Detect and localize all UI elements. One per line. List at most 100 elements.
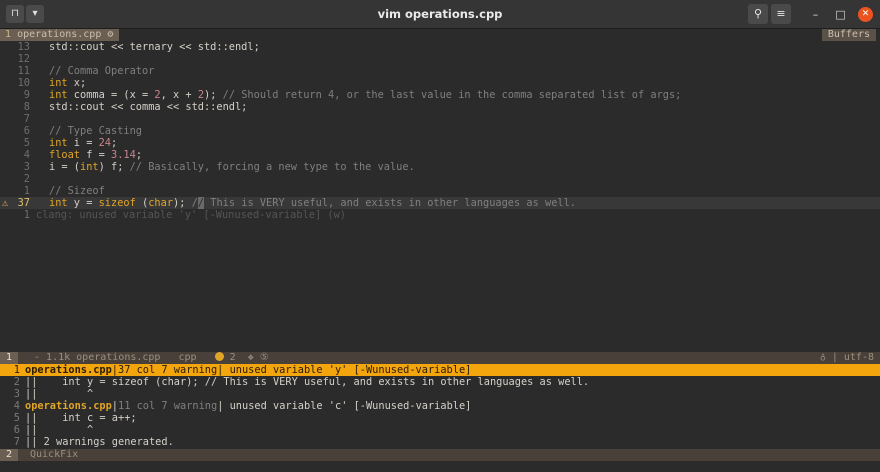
quickfix-item[interactable]: 3 || ^ [0, 388, 880, 400]
quickfix-item[interactable]: 4 operations.cpp|11 col 7 warning| unused… [0, 400, 880, 412]
diagnostic-text: clang: unused variable 'y' [-Wunused-var… [36, 209, 346, 221]
code-text: std::cout << ternary << std::endl; [49, 41, 260, 53]
quickfix-token: |37 col 7 warning| unused variable 'y' [… [111, 364, 472, 376]
current-code-line[interactable]: ⚠ 37 int y = sizeof (char); // This is VER… [0, 197, 880, 209]
quickfix-text: operations.cpp|37 col 7 warning| unused … [25, 364, 471, 376]
quickfix-text: || int c = a++; [25, 412, 137, 424]
code-token: comma = (x = [67, 89, 155, 101]
code-token: int [49, 77, 68, 89]
code-token: / [191, 197, 198, 209]
menu-icon[interactable]: ≡ [771, 4, 791, 24]
quickfix-token: || int y = sizeof (char); // This is VER… [25, 376, 590, 388]
code-token: , x + [160, 89, 198, 101]
code-line[interactable]: 4 float f = 3.14; [0, 149, 880, 161]
code-token: x; [67, 77, 87, 89]
line-number: 1 [23, 209, 30, 221]
line-number: 4 [23, 149, 30, 161]
code-line[interactable]: 1 // Sizeof [0, 185, 880, 197]
quickfix-token: operations.cpp [25, 364, 112, 376]
tab-label: operations.cpp [17, 29, 102, 40]
code-token: int [80, 161, 99, 173]
quickfix-item[interactable]: 1 operations.cpp|37 col 7 warning| unused… [0, 364, 880, 376]
code-token: ) f; [98, 161, 130, 173]
code-line[interactable]: 8 std::cout << comma << std::endl; [0, 101, 880, 113]
code-text: int y = sizeof (char); // This is VERY u… [49, 197, 576, 209]
code-line[interactable]: 6 // Type Casting [0, 125, 880, 137]
line-number: 6 [23, 125, 30, 137]
code-token: int [49, 89, 68, 101]
line-number: 1 [23, 185, 30, 197]
quickfix-token: || ^ [25, 424, 94, 436]
editor-pane[interactable]: 13 std::cout << ternary << std::endl; 12 11… [0, 41, 880, 352]
quickfix-item[interactable]: 2 || int y = sizeof (char); // This is VE… [0, 376, 880, 388]
quickfix-text: || int y = sizeof (char); // This is VER… [25, 376, 589, 388]
close-icon[interactable]: ✕ [858, 7, 873, 22]
quickfix-list[interactable]: 1 operations.cpp|37 col 7 warning| unused… [0, 364, 880, 449]
diagnostic-virtual-line: 1 clang: unused variable 'y' [-Wunused-va… [0, 209, 880, 221]
quickfix-token: 11 col 7 warning [118, 400, 218, 412]
code-line[interactable]: 11 // Comma Operator [0, 65, 880, 77]
line-number: 5 [23, 137, 30, 149]
line-number: 2 [23, 173, 30, 185]
quickfix-token: operations.cpp [25, 400, 112, 412]
line-number: 10 [17, 77, 30, 89]
line-number: 9 [23, 89, 30, 101]
code-line[interactable]: 5 int i = 24; [0, 137, 880, 149]
code-line[interactable]: 2 [0, 173, 880, 185]
line-number: 8 [23, 101, 30, 113]
line-number: 3 [23, 161, 30, 173]
tab-operations-cpp[interactable]: 1 operations.cpp ⚙ [0, 29, 120, 41]
quickfix-token: | unused variable 'c' [-Wunused-variable… [217, 400, 472, 412]
code-token: 3.14 [111, 149, 136, 161]
code-token: ); [173, 197, 192, 209]
quickfix-line-number: 6 [13, 424, 20, 436]
line-number: 13 [17, 41, 30, 53]
quickfix-item[interactable]: 6 || ^ [0, 424, 880, 436]
encoding-info: ♁ | utf-8 [819, 352, 874, 363]
code-text: float f = 3.14; [49, 149, 142, 161]
quickfix-line-number: 5 [13, 412, 20, 424]
window-titlebar: ⊓ ▾ vim operations.cpp ⚲ ≡ – □ ✕ [0, 0, 880, 29]
code-text: int x; [49, 77, 86, 89]
code-token: // Type Casting [49, 125, 142, 137]
code-line[interactable]: 3 i = (int) f; // Basically, forcing a ne… [0, 161, 880, 173]
code-token: ; [111, 137, 118, 149]
quickfix-label: QuickFix [30, 449, 79, 460]
code-token: y = [67, 197, 99, 209]
code-line[interactable]: 12 [0, 53, 880, 65]
code-token: sizeof [98, 197, 136, 209]
search-icon[interactable]: ⚲ [748, 4, 768, 24]
quickfix-text: || ^ [25, 424, 93, 436]
tabline: 1 operations.cpp ⚙ Buffers [0, 29, 880, 41]
line-number: 12 [17, 53, 30, 65]
quickfix-line-number: 4 [13, 400, 20, 412]
tab-number: 1 [5, 29, 12, 40]
quickfix-token: || ^ [25, 388, 94, 400]
maximize-icon[interactable]: □ [833, 7, 848, 22]
quickfix-window-number: 2 [0, 449, 19, 461]
status-left-text: - 1.1k operations.cpp cpp [28, 352, 215, 363]
code-token: 24 [98, 137, 112, 149]
code-token: // Sizeof [49, 185, 105, 197]
code-line[interactable]: 10 int x; [0, 77, 880, 89]
code-token: f = [80, 149, 111, 161]
code-text: int comma = (x = 2, x + 2); // Should re… [49, 89, 681, 101]
code-token: int [49, 137, 68, 149]
code-token: This is VERY useful, and exists in other… [204, 197, 577, 209]
line-number: 7 [23, 113, 30, 125]
status-extra: ❖ ⑤ [235, 352, 269, 363]
gear-icon: ⚙ [107, 29, 114, 40]
quickfix-item[interactable]: 5 || int c = a++; [0, 412, 880, 424]
bottom-spacer [0, 461, 880, 472]
quickfix-text: || 2 warnings generated. [25, 436, 174, 448]
line-number: 37 [17, 197, 30, 209]
buffers-label[interactable]: Buffers [821, 29, 876, 41]
code-line[interactable]: 13 std::cout << ternary << std::endl; [0, 41, 880, 53]
code-line[interactable]: 9 int comma = (x = 2, x + 2); // Should r… [0, 89, 880, 101]
quickfix-text: || ^ [25, 388, 93, 400]
quickfix-item[interactable]: 7 || 2 warnings generated. [0, 436, 880, 448]
code-line[interactable]: 7 [0, 113, 880, 125]
minimize-icon[interactable]: – [808, 7, 823, 22]
code-text: int i = 24; [49, 137, 117, 149]
window-number: 1 [0, 352, 19, 364]
